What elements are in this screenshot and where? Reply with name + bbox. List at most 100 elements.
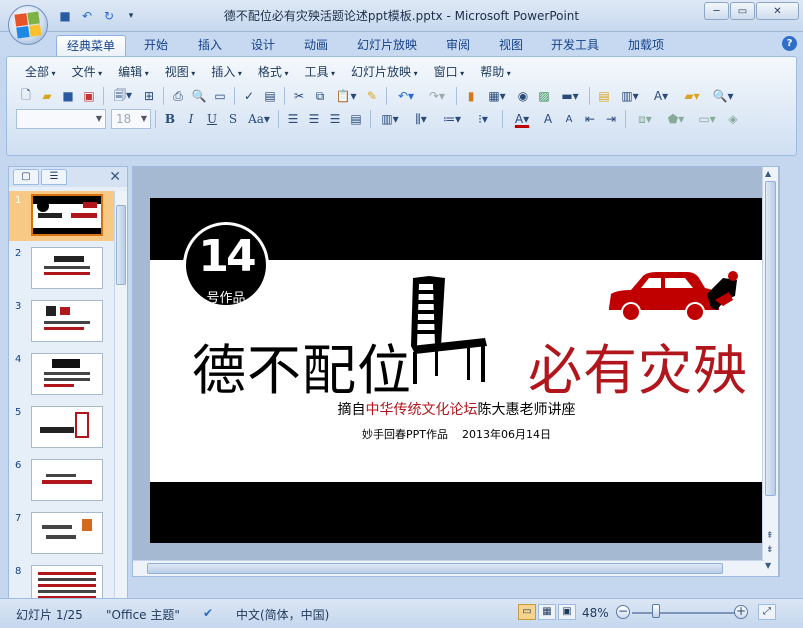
tab-review[interactable]: 审阅 xyxy=(436,35,480,56)
columns-icon[interactable]: ▥▾ xyxy=(375,109,405,129)
menu-tools[interactable]: 工具 xyxy=(296,63,343,81)
tab-insert[interactable]: 插入 xyxy=(188,35,232,56)
new-slide-icon[interactable]: ▤ xyxy=(594,86,614,106)
tab-home[interactable]: 开始 xyxy=(134,35,178,56)
tab-slides[interactable]: ▢ xyxy=(13,169,39,185)
bold-icon[interactable]: B xyxy=(160,109,180,129)
decrease-indent-icon[interactable]: ⇤ xyxy=(580,109,600,129)
research-book-icon[interactable]: ▤ xyxy=(260,86,280,106)
underline-icon[interactable]: U xyxy=(202,109,222,129)
menu-format[interactable]: 格式 xyxy=(250,63,297,81)
save-icon[interactable]: ■ xyxy=(58,86,78,106)
arrange-icon[interactable]: ⧈▾ xyxy=(630,109,660,129)
print-icon[interactable]: ⎙ xyxy=(168,86,188,106)
shapes-icon[interactable]: ⬟▾ xyxy=(661,109,691,129)
paste-icon[interactable]: 📋▾ xyxy=(331,86,361,106)
fit-to-window-button[interactable]: ⤢ xyxy=(758,604,776,620)
research-icon[interactable]: ⊞ xyxy=(139,86,159,106)
numbering-icon[interactable]: ≔▾ xyxy=(437,109,467,129)
horizontal-scrollbar[interactable] xyxy=(133,560,764,576)
shape-fill-icon[interactable]: ◈ xyxy=(723,109,743,129)
grow-font-icon[interactable]: A xyxy=(538,109,558,129)
tab-outline[interactable]: ☰ xyxy=(41,169,67,185)
previous-slide-icon[interactable]: ⇞ xyxy=(766,531,774,541)
slideshow-button[interactable]: ▣ xyxy=(558,604,576,620)
tab-addins[interactable]: 加载项 xyxy=(618,35,674,56)
menu-all[interactable]: 全部 xyxy=(17,63,64,81)
zoom-slider-track[interactable] xyxy=(632,612,736,614)
print-preview-icon[interactable]: 🗐▾ xyxy=(108,86,138,106)
menu-view[interactable]: 视图 xyxy=(157,63,204,81)
language-indicator[interactable]: 中文(简体，中国) xyxy=(236,606,329,623)
minimize-button[interactable]: ─ xyxy=(704,2,729,20)
change-case-icon[interactable]: Aa▾ xyxy=(244,109,274,129)
align-left-icon[interactable]: ☰ xyxy=(283,109,303,129)
scrollbar-thumb[interactable] xyxy=(116,205,126,285)
zoom-out-button[interactable]: − xyxy=(616,605,630,619)
next-slide-icon[interactable]: ⇟ xyxy=(766,545,774,555)
chart-icon[interactable]: ▮ xyxy=(461,86,481,106)
undo-icon[interactable]: ↶▾ xyxy=(391,86,421,106)
slide-thumbnail-4[interactable]: 4 xyxy=(9,350,115,400)
vertical-scrollbar[interactable]: ▲ ⇞ ⇟ ▼ xyxy=(762,167,778,576)
zoom-level[interactable]: 48% xyxy=(582,606,609,620)
tab-classic-menu[interactable]: 经典菜单 xyxy=(56,35,127,56)
slide-thumbnail-3[interactable]: 3 xyxy=(9,297,115,347)
scroll-down-icon[interactable]: ▼ xyxy=(765,561,771,570)
align-right-icon[interactable]: ☰ xyxy=(325,109,345,129)
zoom-in-button[interactable]: + xyxy=(734,605,748,619)
justify-icon[interactable]: ▤ xyxy=(346,109,366,129)
menu-window[interactable]: 窗口 xyxy=(426,63,473,81)
close-icon[interactable]: ✕ xyxy=(109,169,121,185)
redo-icon[interactable]: ↷▾ xyxy=(422,86,452,106)
tab-animation[interactable]: 动画 xyxy=(294,35,338,56)
italic-icon[interactable]: I xyxy=(181,109,201,129)
text-direction-icon[interactable]: ⫼▾ xyxy=(406,109,436,129)
spelling-icon[interactable]: ✓ xyxy=(239,86,259,106)
menu-edit[interactable]: 编辑 xyxy=(110,63,157,81)
format-painter-icon[interactable]: ✎ xyxy=(362,86,382,106)
open-icon[interactable]: ▰ xyxy=(37,86,57,106)
permission-icon[interactable]: ▣ xyxy=(79,86,99,106)
clipart-icon[interactable]: ◉ xyxy=(513,86,533,106)
scroll-up-icon[interactable]: ▲ xyxy=(765,169,771,178)
folder-icon[interactable]: ▰▾ xyxy=(677,86,707,106)
tab-view[interactable]: 视图 xyxy=(489,35,533,56)
tab-design[interactable]: 设计 xyxy=(241,35,285,56)
tab-slideshow[interactable]: 幻灯片放映 xyxy=(347,35,427,56)
slide-thumbnail-8[interactable]: 8 xyxy=(9,562,115,598)
menu-help[interactable]: 帮助 xyxy=(472,63,519,81)
slide-thumbnail-1[interactable]: 1 xyxy=(9,191,115,241)
slide-thumbnail-6[interactable]: 6 xyxy=(9,456,115,506)
new-icon[interactable]: 🗋 xyxy=(16,86,36,106)
slide-thumbnail-2[interactable]: 2 xyxy=(9,244,115,294)
close-button[interactable]: ✕ xyxy=(756,2,799,20)
pane-scrollbar[interactable] xyxy=(114,191,127,598)
quick-styles-icon[interactable]: ▭▾ xyxy=(692,109,722,129)
menu-insert[interactable]: 插入 xyxy=(203,63,250,81)
scrollbar-thumb[interactable] xyxy=(147,563,723,574)
font-name-combo[interactable]: ▼ xyxy=(16,109,106,129)
slide-sorter-button[interactable]: ▦ xyxy=(538,604,556,620)
cut-icon[interactable]: ✂ xyxy=(289,86,309,106)
menu-slideshow[interactable]: 幻灯片放映 xyxy=(343,63,426,81)
font-color-icon[interactable]: A▾ xyxy=(507,109,537,129)
office-button[interactable] xyxy=(8,5,48,45)
increase-indent-icon[interactable]: ⇥ xyxy=(601,109,621,129)
slide-thumbnail-5[interactable]: 5 xyxy=(9,403,115,453)
slide-thumbnail-7[interactable]: 7 xyxy=(9,509,115,559)
tab-developer[interactable]: 开发工具 xyxy=(541,35,609,56)
maximize-button[interactable]: ▭ xyxy=(730,2,755,20)
shadow-icon[interactable]: S xyxy=(223,109,243,129)
preview-icon[interactable]: 🔍 xyxy=(189,86,209,106)
menu-file[interactable]: 文件 xyxy=(64,63,111,81)
spellcheck-icon[interactable]: ✔ xyxy=(203,606,213,620)
bullets-icon[interactable]: ⁝▾ xyxy=(468,109,498,129)
align-center-icon[interactable]: ☰ xyxy=(304,109,324,129)
zoom-slider-handle[interactable] xyxy=(652,604,660,618)
layout-icon[interactable]: ▭ xyxy=(210,86,230,106)
picture-icon[interactable]: ▨ xyxy=(534,86,554,106)
copy-icon[interactable]: ⧉ xyxy=(310,86,330,106)
zoom-icon[interactable]: 🔍▾ xyxy=(708,86,738,106)
scrollbar-thumb[interactable] xyxy=(765,181,776,496)
